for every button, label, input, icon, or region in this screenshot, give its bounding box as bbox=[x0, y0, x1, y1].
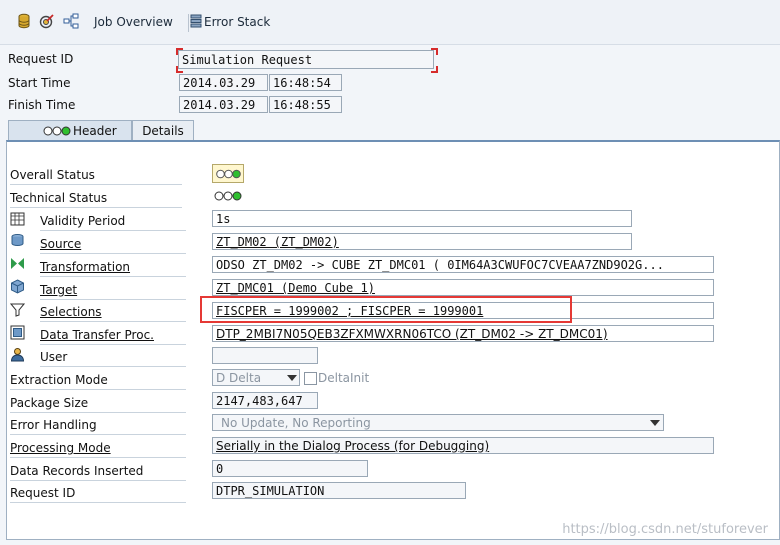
request-id-field[interactable]: Simulation Request bbox=[178, 50, 434, 69]
validity-period-label: Validity Period bbox=[40, 212, 186, 231]
error-stack-button[interactable]: Error Stack bbox=[204, 15, 270, 29]
tab-strip: Header Details bbox=[6, 120, 780, 140]
delta-init-checkbox[interactable] bbox=[304, 372, 317, 385]
user-field[interactable] bbox=[212, 347, 318, 364]
transformation-icon bbox=[11, 258, 24, 269]
start-time-label: Start Time bbox=[8, 76, 71, 90]
finish-time-field[interactable]: 16:48:55 bbox=[269, 96, 342, 113]
user-icon bbox=[10, 348, 25, 362]
request-id-row-field[interactable]: DTPR_SIMULATION bbox=[212, 482, 466, 499]
dtp-link[interactable]: Data Transfer Proc. bbox=[40, 326, 186, 345]
chevron-down-icon[interactable] bbox=[650, 420, 660, 426]
error-handling-dropdown[interactable]: No Update, No Reporting bbox=[212, 414, 664, 431]
traffic-light-icon bbox=[43, 126, 71, 136]
watermark: https://blog.csdn.net/stuforever bbox=[562, 522, 768, 537]
technical-status-label: Technical Status bbox=[10, 189, 182, 208]
cube-icon bbox=[11, 279, 24, 294]
target-link[interactable]: Target bbox=[40, 281, 186, 300]
user-label: User bbox=[40, 348, 186, 367]
processing-mode-link[interactable]: Processing Mode bbox=[10, 439, 186, 458]
transformation-link[interactable]: Transformation bbox=[40, 258, 186, 277]
source-link[interactable]: Source bbox=[40, 235, 186, 254]
job-overview-button[interactable]: Job Overview bbox=[94, 15, 173, 29]
dtp-field[interactable]: DTP_2MBI7N05QEB3ZFXMWXRN06TCO (ZT_DM02 -… bbox=[212, 325, 714, 342]
start-time-field[interactable]: 16:48:54 bbox=[269, 74, 342, 91]
application-toolbar: Job Overview Error Stack bbox=[0, 0, 780, 45]
finish-date-field[interactable]: 2014.03.29 bbox=[179, 96, 268, 113]
overall-status-button[interactable] bbox=[212, 164, 244, 183]
target-field[interactable]: ZT_DMC01 (Demo Cube 1) bbox=[212, 279, 714, 296]
package-size-label: Package Size bbox=[10, 394, 186, 413]
package-size-field[interactable]: 2147,483,647 bbox=[212, 392, 318, 409]
error-handling-label: Error Handling bbox=[10, 416, 186, 435]
traffic-light-icon bbox=[216, 169, 241, 179]
traffic-light-icon bbox=[214, 191, 242, 201]
focus-corner bbox=[176, 48, 183, 55]
calendar-icon bbox=[10, 212, 25, 226]
focus-corner bbox=[431, 66, 438, 73]
focus-corner bbox=[176, 66, 183, 73]
delta-init-label: DeltaInit bbox=[318, 371, 370, 385]
request-id-label: Request ID bbox=[8, 52, 74, 66]
data-records-label: Data Records Inserted bbox=[10, 462, 186, 481]
stack-icon[interactable] bbox=[188, 13, 204, 29]
dtp-icon bbox=[10, 325, 25, 340]
processing-mode-field[interactable]: Serially in the Dialog Process (for Debu… bbox=[212, 437, 714, 454]
start-date-field[interactable]: 2014.03.29 bbox=[179, 74, 268, 91]
tab-header[interactable]: Header bbox=[8, 120, 132, 140]
transformation-field[interactable]: ODSO ZT_DM02 -> CUBE ZT_DMC01 ( 0IM64A3C… bbox=[212, 256, 714, 273]
target-check-icon[interactable] bbox=[39, 13, 55, 29]
request-id-row-label: Request ID bbox=[10, 484, 186, 503]
chevron-down-icon[interactable] bbox=[287, 375, 297, 381]
hierarchy-icon[interactable] bbox=[63, 13, 79, 29]
data-records-field[interactable]: 0 bbox=[212, 460, 368, 477]
filter-icon bbox=[10, 303, 25, 317]
tab-details[interactable]: Details bbox=[132, 120, 194, 140]
tab-header-label: Header bbox=[73, 124, 117, 138]
source-field[interactable]: ZT_DM02 (ZT_DM02) bbox=[212, 233, 632, 250]
focus-corner bbox=[431, 48, 438, 55]
overall-status-label: Overall Status bbox=[10, 166, 182, 185]
validity-period-field[interactable]: 1s bbox=[212, 210, 632, 227]
database-icon bbox=[11, 234, 24, 247]
finish-time-label: Finish Time bbox=[8, 98, 76, 112]
extraction-mode-label: Extraction Mode bbox=[10, 371, 186, 390]
highlight-box bbox=[200, 296, 572, 323]
selections-link[interactable]: Selections bbox=[40, 303, 186, 322]
database-icon[interactable] bbox=[16, 13, 32, 29]
